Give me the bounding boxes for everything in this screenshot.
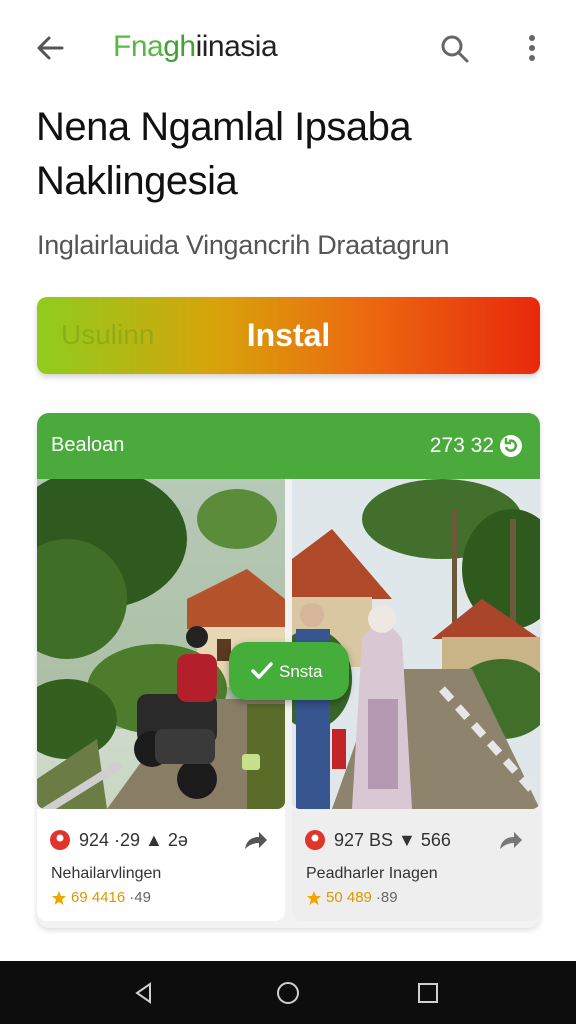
check-icon [251, 662, 273, 679]
location-pin-icon [50, 830, 70, 850]
install-badge-label: Snsta [279, 662, 323, 681]
item-stats: 927 BS ▼ 566 [304, 829, 451, 851]
search-icon[interactable] [436, 30, 474, 68]
gallery-item-2[interactable]: 927 BS ▼ 566 Peadharler Inagen 50 489 ·8… [292, 809, 540, 921]
item-stats: 924 ·29 ▲ 2ə [49, 829, 188, 851]
app-bar: Fnaghiinasia [0, 0, 576, 96]
title-line-2: Naklingesia [36, 159, 238, 203]
item-rating-value: 69 4416 [71, 889, 126, 906]
nav-recents-icon[interactable] [416, 981, 440, 1005]
app-brand: Fnaghiinasia [113, 30, 278, 63]
page-subtitle: Inglairlauida Vingancrih Draatagrun [37, 230, 450, 260]
install-label: Instal [246, 317, 331, 353]
card-header-count: 273 32 [429, 434, 494, 457]
share-icon[interactable] [496, 827, 524, 855]
item-rating-value: 50 489 [326, 889, 372, 906]
item-name: Peadharler Inagen [306, 865, 438, 882]
star-icon [52, 890, 66, 905]
system-nav-bar [0, 961, 576, 1024]
item-rating-suffix: ·49 [129, 889, 151, 906]
nav-back-icon[interactable] [132, 981, 156, 1005]
item-name: Nehailarvlingen [51, 865, 162, 882]
item-rating-suffix: ·89 [375, 889, 398, 906]
refresh-icon[interactable] [498, 433, 524, 459]
screen: Fnaghiinasia Nena Ngamlal Ipsaba Nakling… [0, 0, 576, 1024]
install-button[interactable]: Usulinn Instal [37, 297, 540, 374]
card-header-label: Bealoan [51, 434, 125, 456]
item-rating: 69 4416 ·49 [51, 889, 151, 906]
nav-home-icon[interactable] [276, 981, 300, 1005]
item-rating: 50 489 ·89 [306, 889, 398, 906]
item-stats-text: 924 ·29 ▲ 2ə [79, 829, 188, 850]
location-pin-icon [305, 830, 325, 850]
page-title: Nena Ngamlal Ipsaba Naklingesia [36, 100, 536, 208]
share-icon[interactable] [241, 827, 269, 855]
item-stats-text: 927 BS ▼ 566 [334, 829, 451, 850]
install-badge[interactable]: Snsta [229, 642, 349, 700]
title-line-1: Nena Ngamlal Ipsaba [36, 105, 412, 149]
card-header: Bealoan 273 32 [37, 413, 540, 479]
star-icon [307, 890, 321, 905]
gallery-item-1[interactable]: 924 ·29 ▲ 2ə Nehailarvlingen 69 4416 ·49 [37, 809, 285, 921]
more-vertical-icon[interactable] [518, 30, 546, 68]
arrow-left-icon[interactable] [30, 28, 70, 68]
